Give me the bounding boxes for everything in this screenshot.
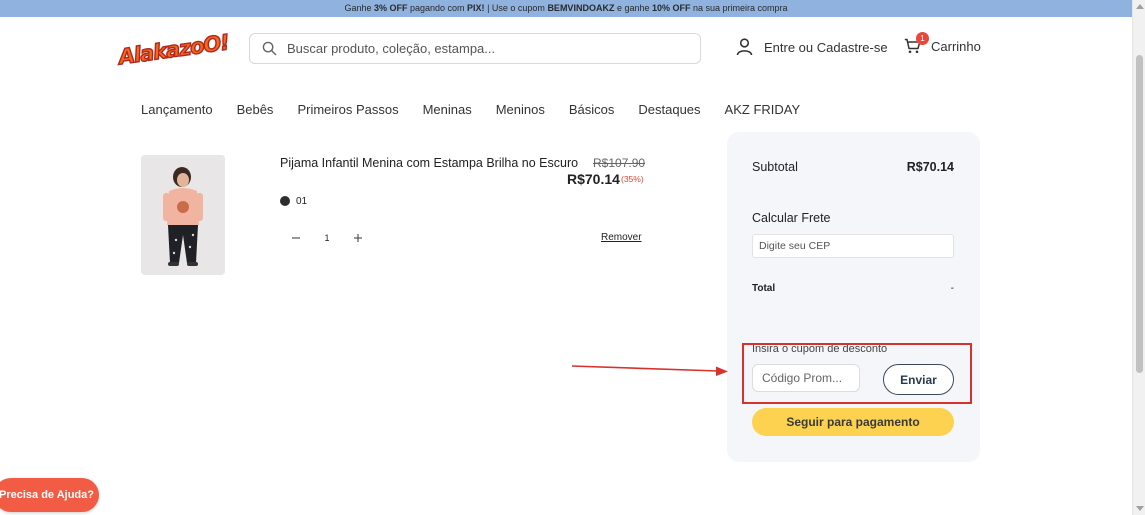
scroll-down-icon[interactable]: [1136, 506, 1144, 511]
checkout-button[interactable]: Seguir para pagamento: [752, 408, 954, 436]
quantity-value[interactable]: 1: [309, 233, 345, 243]
subtotal-value: R$70.14: [906, 160, 954, 174]
logo-text: AlakazoO!: [116, 30, 228, 68]
promo-text-2: pagando com: [407, 3, 468, 13]
old-price: R$107.90: [593, 156, 646, 170]
promo-bold-3: BEMVINDOAKZ: [547, 3, 615, 13]
help-chat-button[interactable]: Precisa de Ajuda?: [0, 478, 99, 512]
nav-item-akz-friday[interactable]: AKZ FRIDAY: [725, 102, 801, 117]
remove-item-link[interactable]: Remover: [601, 232, 642, 243]
page-scrollbar[interactable]: [1132, 0, 1145, 515]
nav-item-bebes[interactable]: Bebês: [237, 102, 274, 117]
main-nav: Lançamento Bebês Primeiros Passos Menina…: [141, 102, 824, 117]
product-photo: [141, 155, 225, 275]
promo-text-3: | Use o cupom: [484, 3, 548, 13]
shipping-label: Calcular Frete: [752, 211, 831, 225]
promo-bar: Ganhe 3% OFF pagando com PIX! | Use o cu…: [0, 0, 1132, 17]
color-swatch: [280, 196, 290, 206]
nav-item-primeiros-passos[interactable]: Primeiros Passos: [297, 102, 398, 117]
cep-input[interactable]: [752, 234, 954, 258]
scroll-thumb[interactable]: [1136, 55, 1143, 373]
increase-quantity-button[interactable]: [345, 226, 371, 250]
plus-icon: [354, 234, 362, 242]
nav-item-lancamento[interactable]: Lançamento: [141, 102, 213, 117]
account-label: Entre ou Cadastre-se: [764, 39, 888, 55]
nav-item-destaques[interactable]: Destaques: [638, 102, 700, 117]
discount-badge: (35%): [621, 174, 644, 184]
annotation-arrow-icon: [571, 365, 728, 376]
promo-text-5: na sua primeira compra: [690, 3, 788, 13]
total-value: -: [950, 283, 954, 294]
user-icon: [736, 38, 753, 56]
nav-item-basicos[interactable]: Básicos: [569, 102, 615, 117]
product-image[interactable]: [141, 155, 225, 275]
total-label: Total: [752, 283, 776, 294]
color-code-label: 01: [296, 196, 308, 207]
search-box[interactable]: [249, 33, 701, 64]
search-input[interactable]: [287, 41, 667, 56]
promo-text-4: e ganhe: [614, 3, 652, 13]
search-icon: [262, 41, 277, 56]
product-name[interactable]: Pijama Infantil Menina com Estampa Brilh…: [280, 156, 578, 170]
nav-item-meninos[interactable]: Meninos: [496, 102, 545, 117]
promo-bold-4: 10% OFF: [651, 3, 691, 13]
cart-count-badge: 1: [916, 32, 929, 45]
current-price: R$70.14: [567, 171, 620, 187]
annotation-highlight-box: [742, 343, 972, 404]
subtotal-label: Subtotal: [752, 160, 798, 174]
brand-logo[interactable]: AlakazoO!: [116, 28, 228, 68]
cart-label: Carrinho: [931, 38, 981, 54]
promo-text-1: Ganhe: [344, 3, 374, 13]
scroll-up-icon[interactable]: [1136, 4, 1144, 9]
decrease-quantity-button[interactable]: [283, 226, 309, 250]
cart-link[interactable]: 1 Carrinho: [904, 32, 981, 54]
nav-item-meninas[interactable]: Meninas: [423, 102, 472, 117]
order-summary: Subtotal R$70.14 Calcular Frete Total - …: [727, 132, 980, 462]
account-link[interactable]: Entre ou Cadastre-se: [736, 38, 888, 56]
promo-bold-1: 3% OFF: [373, 3, 408, 13]
quantity-stepper: 1: [283, 226, 371, 250]
promo-bold-2: PIX!: [467, 3, 485, 13]
minus-icon: [292, 237, 300, 239]
